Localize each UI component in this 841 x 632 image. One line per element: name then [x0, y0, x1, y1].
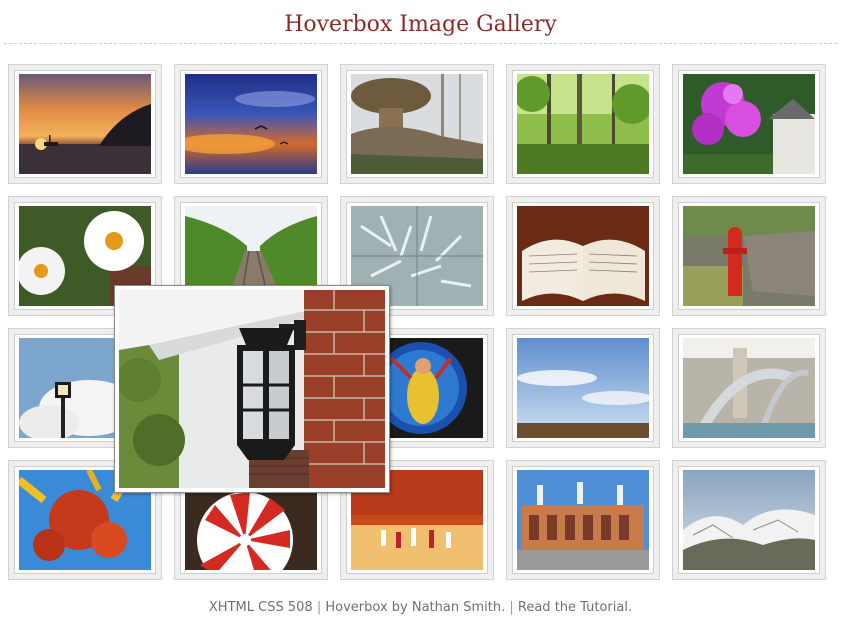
- footer-separator: |: [316, 600, 322, 615]
- gallery-thumbnail[interactable]: [506, 64, 660, 184]
- open-bible-image: [517, 206, 649, 306]
- gallery-thumbnail[interactable]: [506, 328, 660, 448]
- enlarged-hover-image[interactable]: [114, 285, 390, 493]
- sunset-over-sea-image: [19, 74, 151, 174]
- gallery-thumbnail[interactable]: [672, 64, 826, 184]
- section508-link[interactable]: 508: [288, 600, 313, 615]
- footer-separator: |: [509, 600, 514, 615]
- credit-link[interactable]: Hoverbox by Nathan Smith.: [325, 600, 505, 615]
- gallery-thumbnail[interactable]: [672, 460, 826, 580]
- gallery-thumbnail[interactable]: [672, 328, 826, 448]
- xhtml-link[interactable]: XHTML: [209, 600, 254, 615]
- gallery-thumbnail[interactable]: [672, 196, 826, 316]
- open-field-image: [517, 338, 649, 438]
- css-link[interactable]: CSS: [258, 600, 284, 615]
- stadium-exterior-image: [517, 470, 649, 570]
- tutorial-link[interactable]: Read the Tutorial.: [518, 600, 632, 615]
- footer: XHTML CSS 508 | Hoverbox by Nathan Smith…: [0, 600, 841, 615]
- gallery-thumbnail[interactable]: [174, 64, 328, 184]
- snowy-hills-image: [683, 470, 815, 570]
- fire-hydrant-image: [683, 206, 815, 306]
- fountain-sculpture-image: [683, 338, 815, 438]
- dramatic-sunset-sky-image: [185, 74, 317, 174]
- forest-trees-image: [517, 74, 649, 174]
- gallery-thumbnail[interactable]: [8, 64, 162, 184]
- rock-formation-image: [351, 74, 483, 174]
- gallery-thumbnail[interactable]: [340, 64, 494, 184]
- gallery-thumbnail[interactable]: [506, 460, 660, 580]
- gallery-thumbnail[interactable]: [506, 196, 660, 316]
- hanging-flowers-image: [683, 74, 815, 174]
- porch-lantern-image: [119, 290, 385, 488]
- image-gallery: [0, 0, 841, 632]
